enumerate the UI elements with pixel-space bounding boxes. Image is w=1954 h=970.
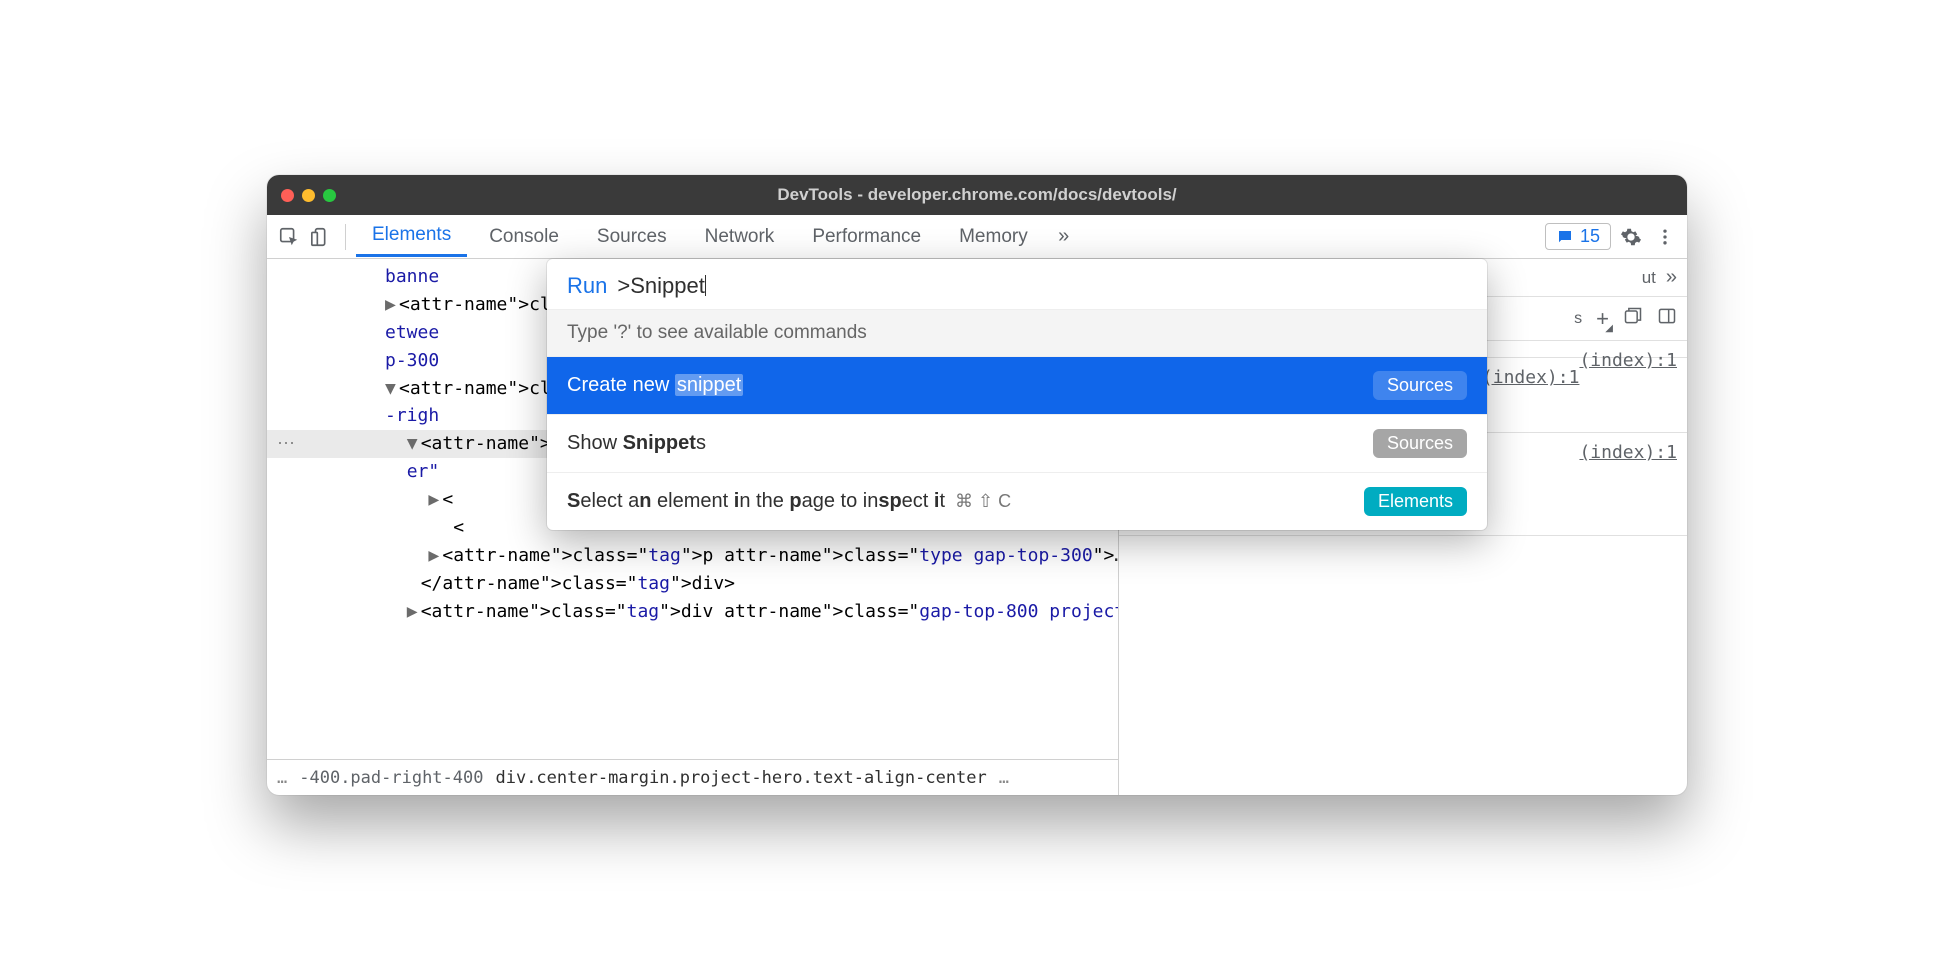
run-label: Run (567, 273, 607, 299)
dom-line[interactable]: ▶<attr-name">class="tag">div attr-name">… (385, 598, 1118, 626)
minimize-icon[interactable] (302, 189, 315, 202)
close-icon[interactable] (281, 189, 294, 202)
dom-line[interactable]: </attr-name">class="tag">div> (385, 570, 1118, 598)
breadcrumb-left-dots[interactable]: … (277, 768, 287, 788)
cls-toggle-fragment[interactable]: s (1574, 310, 1582, 328)
tab-performance[interactable]: Performance (796, 218, 937, 256)
command-menu: Run >Snippet Type '?' to see available c… (547, 259, 1487, 530)
toggle-common-rendering-icon[interactable] (1623, 306, 1643, 331)
more-tabs-icon[interactable]: » (1050, 223, 1078, 251)
zoom-icon[interactable] (323, 189, 336, 202)
command-item[interactable]: Show SnippetsSources (547, 415, 1487, 473)
panel-tabs: Elements Console Sources Network Perform… (356, 216, 1541, 257)
tab-sources[interactable]: Sources (581, 218, 683, 256)
command-category-badge: Sources (1373, 371, 1467, 400)
kebab-menu-icon[interactable] (1651, 223, 1679, 251)
dom-breadcrumb[interactable]: … -400.pad-right-400 div.center-margin.p… (267, 759, 1118, 795)
command-query: Snippet (630, 273, 705, 298)
rule-source-link[interactable]: (index):1 (1482, 364, 1580, 393)
new-style-rule-icon[interactable]: +◢ (1596, 306, 1609, 332)
rule-source-link[interactable]: (index):1 (1579, 439, 1677, 468)
tab-memory[interactable]: Memory (943, 218, 1044, 256)
command-category-badge: Elements (1364, 487, 1467, 516)
command-input-row[interactable]: Run >Snippet (547, 259, 1487, 309)
issues-badge[interactable]: 15 (1545, 223, 1611, 250)
dom-line[interactable]: ▶<attr-name">class="tag">p attr-name">cl… (385, 542, 1118, 570)
command-item[interactable]: Select an element in the page to inspect… (547, 473, 1487, 530)
breadcrumb-item-selected[interactable]: div.center-margin.project-hero.text-alig… (495, 768, 986, 788)
more-styles-tabs-icon[interactable]: » (1666, 266, 1677, 289)
styles-tab-fragment[interactable]: ut (1642, 268, 1656, 288)
devtools-window: DevTools - developer.chrome.com/docs/dev… (267, 175, 1687, 795)
command-category-badge: Sources (1373, 429, 1467, 458)
command-prefix: > (617, 273, 630, 298)
tab-console[interactable]: Console (473, 218, 575, 256)
main-toolbar: Elements Console Sources Network Perform… (267, 215, 1687, 259)
issues-count: 15 (1580, 226, 1600, 247)
rule-source-link[interactable]: (index):1 (1579, 347, 1677, 376)
command-item[interactable]: Create new snippetSources (547, 357, 1487, 415)
window-title: DevTools - developer.chrome.com/docs/dev… (267, 185, 1687, 205)
separator (345, 224, 346, 250)
tab-elements[interactable]: Elements (356, 216, 467, 257)
settings-icon[interactable] (1617, 223, 1645, 251)
inspect-element-icon[interactable] (275, 223, 303, 251)
command-hint: Type '?' to see available commands (547, 309, 1487, 357)
computed-sidebar-icon[interactable] (1657, 306, 1677, 331)
breadcrumb-item[interactable]: -400.pad-right-400 (299, 768, 483, 788)
breadcrumb-right-dots[interactable]: … (999, 768, 1009, 788)
traffic-lights (281, 189, 336, 202)
device-toolbar-icon[interactable] (307, 223, 335, 251)
tab-network[interactable]: Network (689, 218, 791, 256)
titlebar: DevTools - developer.chrome.com/docs/dev… (267, 175, 1687, 215)
